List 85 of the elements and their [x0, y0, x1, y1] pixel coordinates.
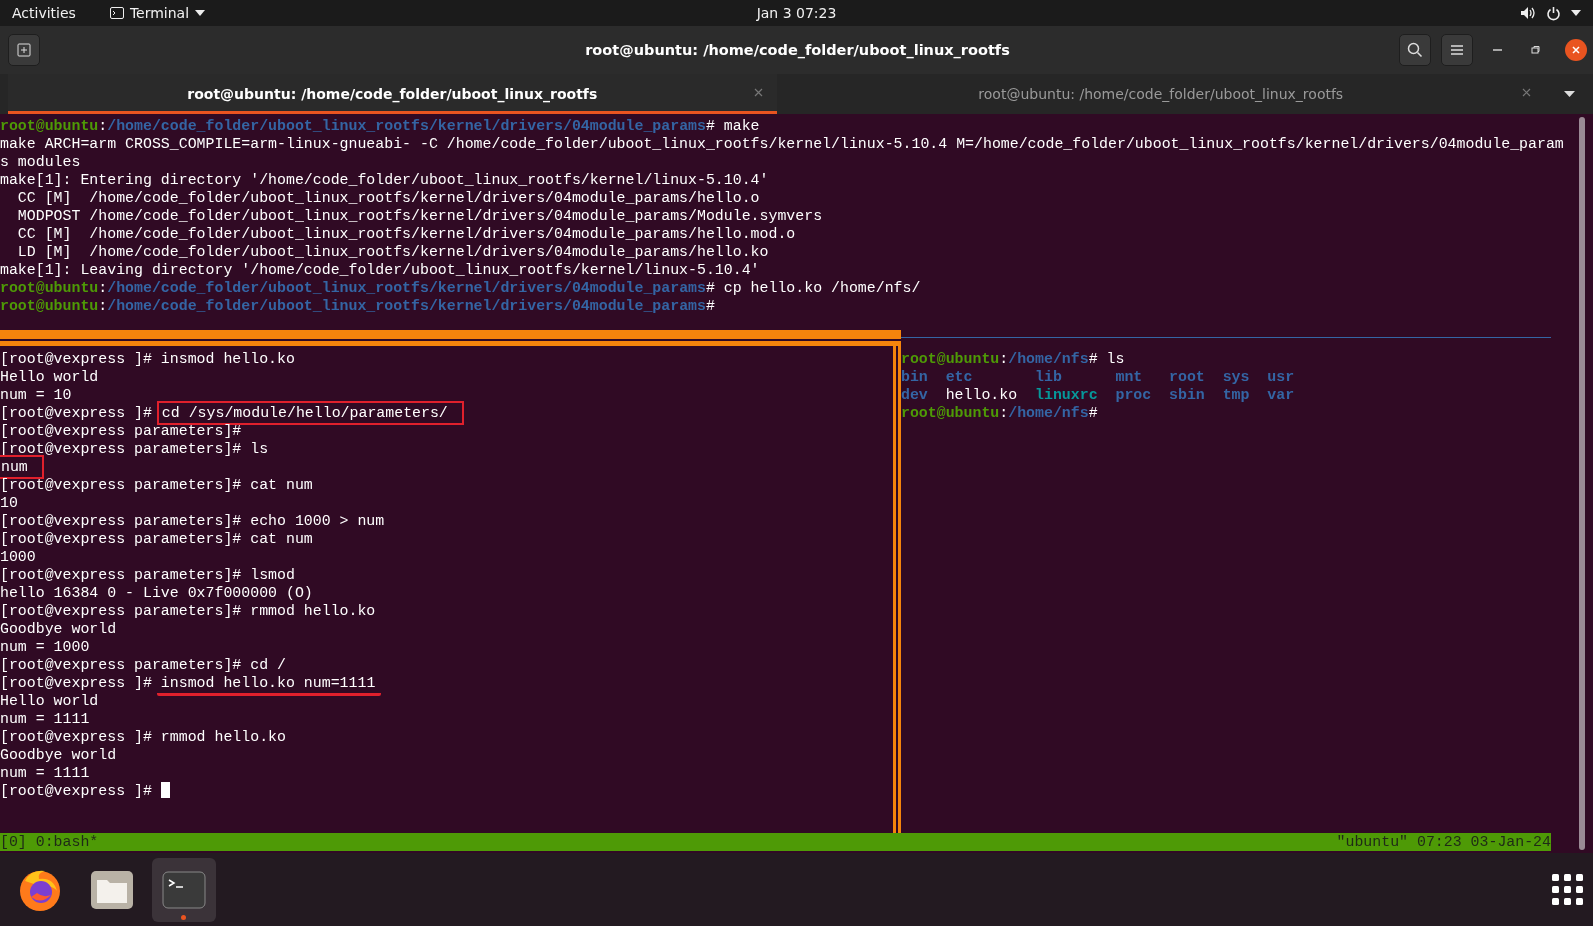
terminal-text: make[1]: Leaving directory '/home/code_folder/uboot_linux_rootfs/kernel/linux-5.10.4'	[0, 262, 760, 278]
terminal-text: [root@vexpress parameters]# cat num	[0, 531, 313, 547]
terminal-text: root@ubuntu:/home/nfs# ls	[901, 351, 1125, 367]
file-name: bin	[901, 368, 928, 386]
search-button[interactable]	[1399, 34, 1431, 66]
file-name: hello.ko	[945, 386, 1018, 404]
underlined-text: insmod hello.ko num=1111	[156, 675, 382, 696]
folder-icon	[90, 869, 134, 910]
terminal-text: [root@vexpress parameters]# cat num	[0, 477, 313, 493]
app-menu[interactable]: Terminal	[109, 5, 206, 21]
menu-button[interactable]	[1441, 34, 1473, 66]
file-name: etc	[945, 368, 974, 386]
terminal-text: make[1]: Entering directory '/home/code_folder/uboot_linux_rootfs/kernel/linux-5.10.4'	[0, 172, 769, 188]
terminal-text: CC [M] /home/code_folder/uboot_linux_rootfs/kernel/drivers/04module_params/hello.o	[16, 190, 760, 206]
new-tab-button[interactable]	[8, 34, 40, 66]
terminal-text: MODPOST /home/code_folder/uboot_linux_rootfs/kernel/drivers/04module_params/Module.symvers	[16, 208, 823, 224]
terminal-text: 1000	[0, 549, 36, 565]
file-name: dev	[901, 386, 928, 404]
terminal-tab[interactable]: root@ubuntu: /home/code_folder/uboot_linux_rootfs	[8, 74, 777, 114]
close-icon	[1571, 45, 1581, 55]
terminal-text: num = 10	[0, 387, 72, 403]
boxed-text: cd /sys/module/hello/parameters/	[156, 401, 464, 425]
terminal-text: [root@vexpress ]# rmmod hello.ko	[0, 729, 286, 745]
caret-icon	[195, 10, 206, 16]
terminal-text: Hello world	[0, 693, 99, 709]
terminal-text: root@ubuntu:/home/nfs#	[901, 405, 1098, 421]
file-name: root	[1169, 368, 1205, 386]
terminal-text: LD [M] /home/code_folder/uboot_linux_rootfs/kernel/drivers/04module_params/hello.ko	[16, 244, 769, 260]
terminal-text: make ARCH=arm CROSS_COMPILE=arm-linux-gnueabi- -C /home/code_folder/uboot_linux_rootfs/kernel/linux-5.10.4 M=/home/code_folder/uboot_linux_rootfs/kernel/drivers/04module_param	[0, 136, 1564, 152]
caret-icon[interactable]	[1563, 91, 1575, 97]
terminal-icon	[162, 870, 206, 909]
terminal-tab[interactable]: root@ubuntu: /home/code_folder/uboot_linux_rootfs	[776, 74, 1545, 114]
file-name: sys	[1222, 368, 1250, 386]
file-name: usr	[1267, 368, 1295, 386]
terminal-text: [root@vexpress parameters]# rmmod hello.ko	[0, 603, 376, 619]
terminal-text: [root@vexpress ]# insmod hello.ko	[0, 351, 295, 367]
terminal-text: root@ubuntu:/home/code_folder/uboot_linux_rootfs/kernel/drivers/04module_params#	[0, 298, 715, 314]
terminal-text: [root@vexpress parameters]#	[0, 423, 242, 439]
terminal-text: [root@vexpress parameters]# cd /	[0, 657, 286, 673]
window-title: root@ubuntu: /home/code_folder/uboot_linux_rootfs	[585, 42, 1010, 58]
power-icon[interactable]	[1546, 5, 1561, 21]
close-icon[interactable]	[1522, 88, 1531, 97]
terminal-text: num = 1111	[0, 765, 90, 781]
new-tab-icon	[17, 43, 31, 57]
app-grid-icon[interactable]	[1552, 874, 1583, 905]
tmux-window-list: [0] 0:bash*	[0, 833, 99, 851]
file-name: tmp	[1222, 386, 1250, 404]
minimize-icon	[1492, 49, 1502, 51]
terminal-text: Hello world	[0, 369, 99, 385]
activities-button[interactable]: Activities	[12, 5, 76, 21]
terminal-text: [root@vexpress parameters]# echo 1000 > num	[0, 513, 385, 529]
terminal-text: Goodbye world	[0, 747, 117, 763]
terminal-text: num = 1000	[0, 639, 90, 655]
search-icon	[1407, 42, 1423, 58]
terminal-text: num = 1111	[0, 711, 90, 727]
terminal-text: Goodbye world	[0, 621, 117, 637]
terminal-icon	[109, 7, 124, 19]
scrollbar[interactable]	[1579, 117, 1585, 850]
terminal-text: [root@vexpress ]#	[0, 675, 153, 691]
close-icon[interactable]	[753, 88, 763, 97]
file-name: linuxrc	[1035, 386, 1098, 404]
clock[interactable]: Jan 3 07:23	[756, 5, 837, 21]
cursor	[160, 782, 170, 798]
close-button[interactable]	[1565, 39, 1587, 61]
terminal-text: [root@vexpress ]#	[0, 405, 153, 421]
terminal-text: 10	[0, 495, 18, 511]
file-name: proc	[1115, 386, 1152, 404]
terminal-text: [root@vexpress ]#	[0, 783, 153, 799]
terminal-text: CC [M] /home/code_folder/uboot_linux_rootfs/kernel/drivers/04module_params/hello.mod.o	[16, 226, 796, 242]
terminal-text: s modules	[0, 154, 81, 170]
terminal-text: [root@vexpress parameters]# lsmod	[0, 567, 295, 583]
terminal-text: hello 16384 0 - Live 0x7f000000 (O)	[0, 585, 313, 601]
file-name: var	[1267, 386, 1295, 404]
volume-icon[interactable]	[1520, 6, 1536, 20]
restore-icon	[1530, 45, 1540, 55]
terminal-text: [root@vexpress parameters]# ls	[0, 441, 269, 457]
tmux-status-info: "ubuntu" 07:23 03-Jan-24	[1336, 833, 1551, 851]
boxed-text: num	[0, 455, 44, 479]
menu-icon	[1451, 45, 1463, 55]
file-name: lib	[1035, 368, 1063, 386]
file-name: sbin	[1169, 386, 1205, 404]
terminal-text: root@ubuntu:/home/code_folder/uboot_linux_rootfs/kernel/drivers/04module_params# make	[0, 118, 760, 134]
file-name: mnt	[1115, 368, 1144, 386]
terminal-text: root@ubuntu:/home/code_folder/uboot_linux_rootfs/kernel/drivers/04module_params# cp hello.ko /home/nfs/	[0, 280, 921, 296]
caret-icon[interactable]	[1571, 10, 1581, 16]
